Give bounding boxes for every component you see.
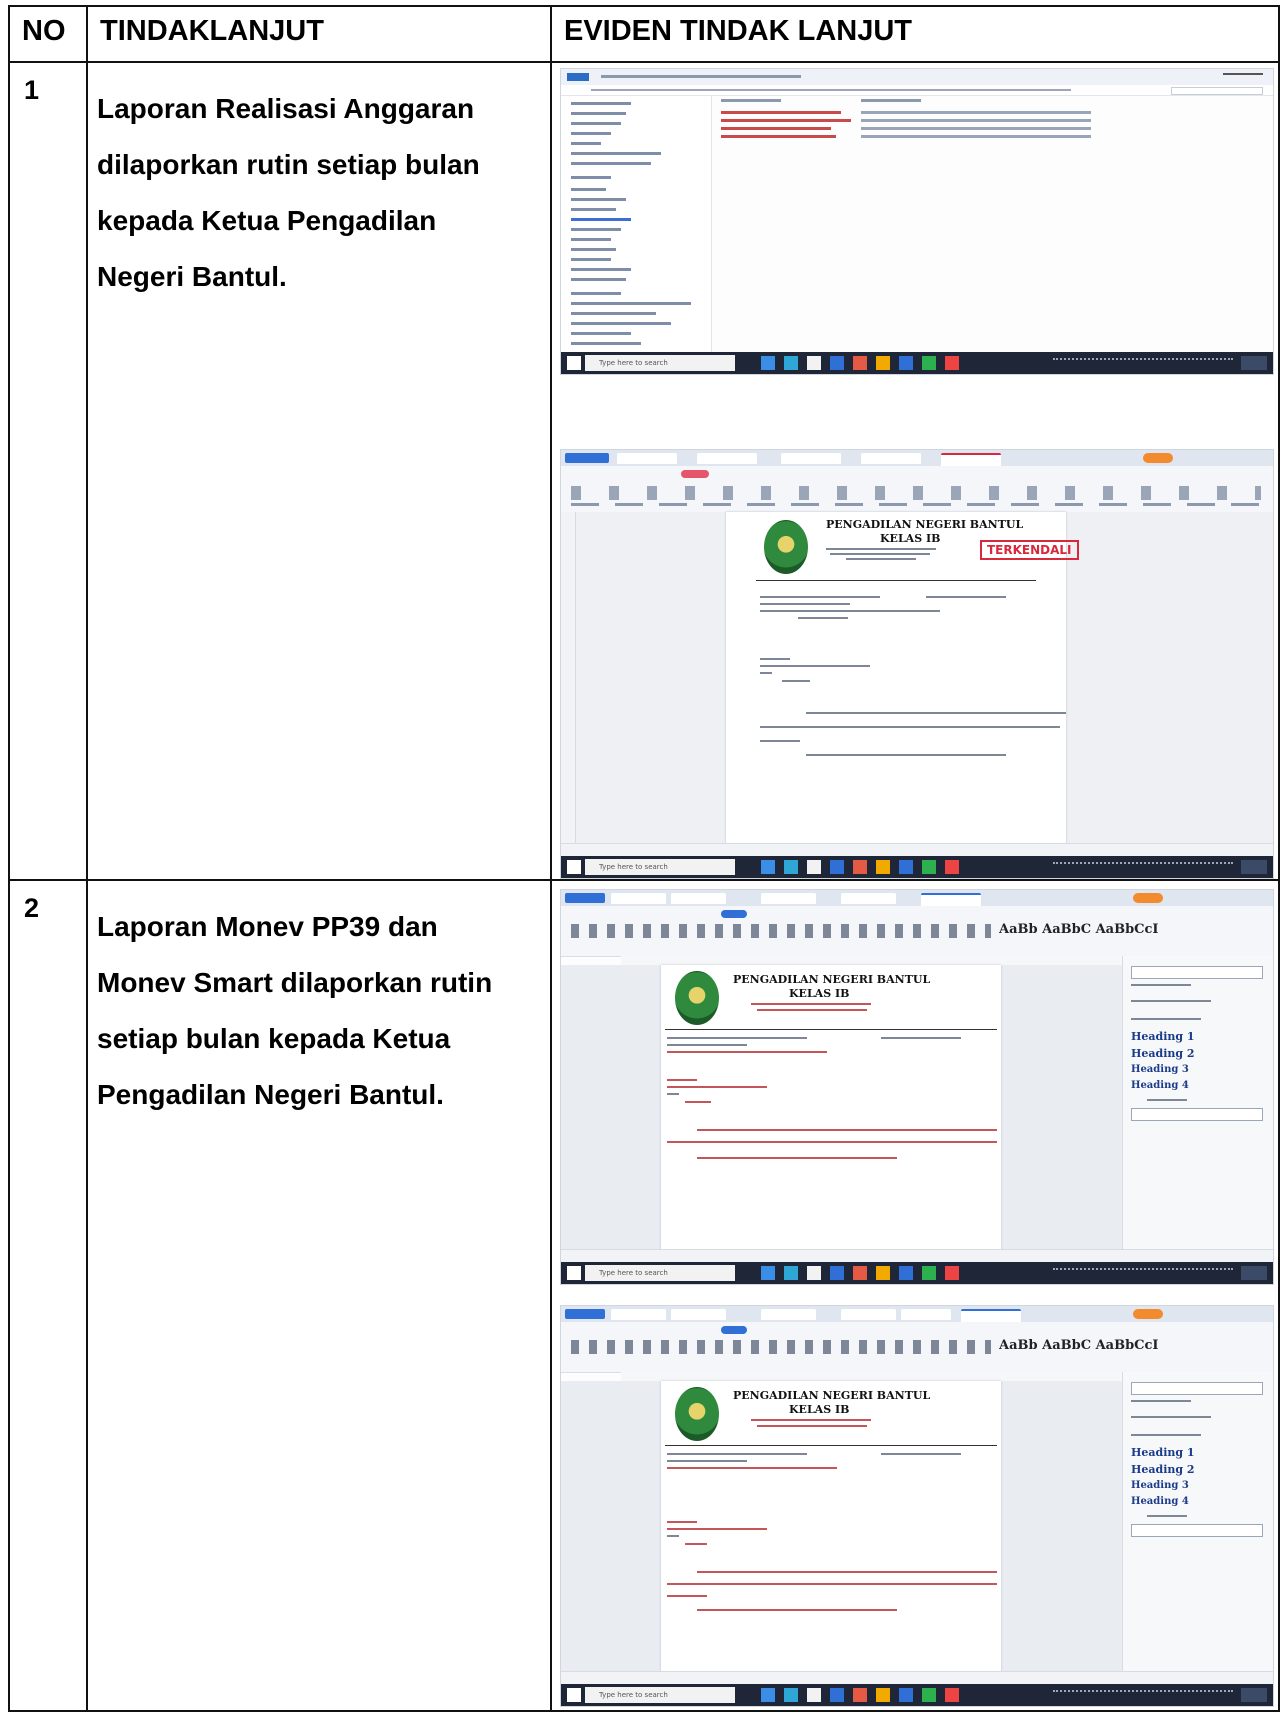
letterhead-class: KELAS IB: [789, 1403, 850, 1416]
windows-start-icon[interactable]: [567, 356, 581, 370]
style-heading-2[interactable]: Heading 2: [1131, 1463, 1195, 1476]
style-heading-4[interactable]: Heading 4: [1131, 1496, 1189, 1507]
taskbar-search-input[interactable]: Type here to search: [585, 355, 735, 371]
clock-icon: [1241, 356, 1267, 370]
style-heading-3[interactable]: Heading 3: [1131, 1480, 1189, 1491]
style-heading-1[interactable]: Heading 1: [1131, 1446, 1195, 1459]
letter-page: PENGADILAN NEGERI BANTUL KELAS IB: [661, 965, 1001, 1250]
pdf-sidebar: [561, 512, 576, 844]
style-heading-2[interactable]: Heading 2: [1131, 1047, 1195, 1060]
court-emblem-icon: [675, 971, 719, 1025]
follow-up-line: Negeri Bantul.: [97, 261, 287, 292]
pdf-toolbar: [561, 466, 1273, 513]
letterhead-title: PENGADILAN NEGERI BANTUL: [733, 973, 931, 986]
taskbar-app-icons: [761, 356, 959, 370]
row-number: 1: [8, 61, 88, 881]
header-no: NO: [8, 5, 88, 63]
court-emblem-icon: [675, 1387, 719, 1441]
row-number: 2: [8, 879, 88, 1712]
windows-start-icon[interactable]: [567, 860, 581, 874]
follow-up-line: Monev Smart dilaporkan rutin: [97, 967, 493, 998]
app-tab-bar: [561, 1306, 1273, 1322]
letterhead-class: KELAS IB: [789, 987, 850, 1000]
letter-page: PENGADILAN NEGERI BANTUL KELAS IB: [661, 1381, 1001, 1672]
styles-panel: Heading 1 Heading 2 Heading 3 Heading 4: [1122, 956, 1273, 1250]
follow-up-line: Pengadilan Negeri Bantul.: [97, 1079, 444, 1110]
writer-document-area: PENGADILAN NEGERI BANTUL KELAS IB: [561, 1381, 1123, 1672]
letter-page: PENGADILAN NEGERI BANTUL KELAS IB TERKEN…: [726, 512, 1079, 844]
table-header-row: NO TINDAKLANJUT EVIDEN TINDAK LANJUT: [8, 5, 1280, 63]
header-eviden: EVIDEN TINDAK LANJUT: [550, 5, 1280, 63]
follow-up-line: setiap bulan kepada Ketua: [97, 1023, 451, 1054]
writer-document-area: PENGADILAN NEGERI BANTUL KELAS IB: [561, 965, 1123, 1250]
taskbar: Type here to search: [561, 1684, 1273, 1706]
clock-icon: [1241, 1688, 1267, 1702]
style-heading-3[interactable]: Heading 3: [1131, 1064, 1189, 1075]
writer-ribbon: AaBb AaBbC AaBbCcI: [561, 1322, 1273, 1373]
follow-up-line: kepada Ketua Pengadilan: [97, 205, 437, 236]
style-heading-1[interactable]: Heading 1: [1131, 1030, 1195, 1043]
follow-up-line: dilaporkan rutin setiap bulan: [97, 149, 480, 180]
app-tab-bar: [561, 450, 1273, 466]
clock-icon: [1241, 860, 1267, 874]
style-heading-4[interactable]: Heading 4: [1131, 1080, 1189, 1091]
table-row: 2 Laporan Monev PP39 dan Monev Smart dil…: [8, 879, 1280, 1712]
taskbar-search-input[interactable]: Type here to search: [585, 1687, 735, 1703]
follow-up-line: Laporan Realisasi Anggaran: [97, 93, 475, 124]
taskbar-app-icons: [761, 1266, 959, 1280]
styles-panel: Heading 1 Heading 2 Heading 3 Heading 4: [1122, 1372, 1273, 1672]
writer-pp39-screenshot: AaBb AaBbC AaBbCcI PENGADILAN NEGERI BAN…: [560, 889, 1274, 1285]
follow-up-table: NO TINDAKLANJUT EVIDEN TINDAK LANJUT 1 L…: [8, 5, 1280, 1712]
pdf-statusbar: [561, 843, 1273, 856]
table-row: 1 Laporan Realisasi Anggaran dilaporkan …: [8, 61, 1280, 881]
pdf-letter-screenshot: PENGADILAN NEGERI BANTUL KELAS IB TERKEN…: [560, 449, 1274, 879]
explorer-ribbon: [561, 69, 1273, 86]
taskbar: Type here to search: [561, 856, 1273, 878]
header-tindaklanjut: TINDAKLANJUT: [86, 5, 552, 63]
letterhead-title: PENGADILAN NEGERI BANTUL: [733, 1389, 931, 1402]
follow-up-text: Laporan Monev PP39 dan Monev Smart dilap…: [86, 879, 552, 1712]
taskbar-search-input[interactable]: Type here to search: [585, 859, 735, 875]
taskbar-app-icons: [761, 860, 959, 874]
writer-statusbar: [561, 1249, 1273, 1262]
style-normal-box[interactable]: [1131, 1108, 1263, 1121]
explorer-nav-pane: [561, 96, 712, 352]
writer-ribbon: AaBb AaBbC AaBbCcI: [561, 906, 1273, 957]
pdf-viewer: PENGADILAN NEGERI BANTUL KELAS IB TERKEN…: [576, 512, 1273, 844]
taskbar-search-input[interactable]: Type here to search: [585, 1265, 735, 1281]
style-select[interactable]: [1131, 966, 1263, 979]
follow-up-text: Laporan Realisasi Anggaran dilaporkan ru…: [86, 61, 552, 881]
writer-smart-screenshot: AaBb AaBbC AaBbCcI PENGADILAN NEGERI BAN…: [560, 1305, 1274, 1707]
windows-start-icon[interactable]: [567, 1266, 581, 1280]
taskbar-app-icons: [761, 1688, 959, 1702]
file-explorer-screenshot: Type here to search: [560, 68, 1274, 375]
court-emblem-icon: [764, 520, 808, 574]
style-select[interactable]: [1131, 1382, 1263, 1395]
clock-icon: [1241, 1266, 1267, 1280]
windows-start-icon[interactable]: [567, 1688, 581, 1702]
writer-statusbar: [561, 1671, 1273, 1684]
evidence-cell: AaBb AaBbC AaBbCcI PENGADILAN NEGERI BAN…: [550, 879, 1280, 1712]
style-normal-box[interactable]: [1131, 1524, 1263, 1537]
evidence-cell: Type here to search PENGADILAN NEGERI BA…: [550, 61, 1280, 881]
app-tab-bar: [561, 890, 1273, 906]
terkendali-stamp: TERKENDALI: [980, 540, 1079, 560]
letterhead-class: KELAS IB: [880, 532, 941, 545]
follow-up-line: Laporan Monev PP39 dan: [97, 911, 438, 942]
taskbar: Type here to search: [561, 352, 1273, 374]
taskbar: Type here to search: [561, 1262, 1273, 1284]
letterhead-title: PENGADILAN NEGERI BANTUL: [826, 518, 1024, 531]
